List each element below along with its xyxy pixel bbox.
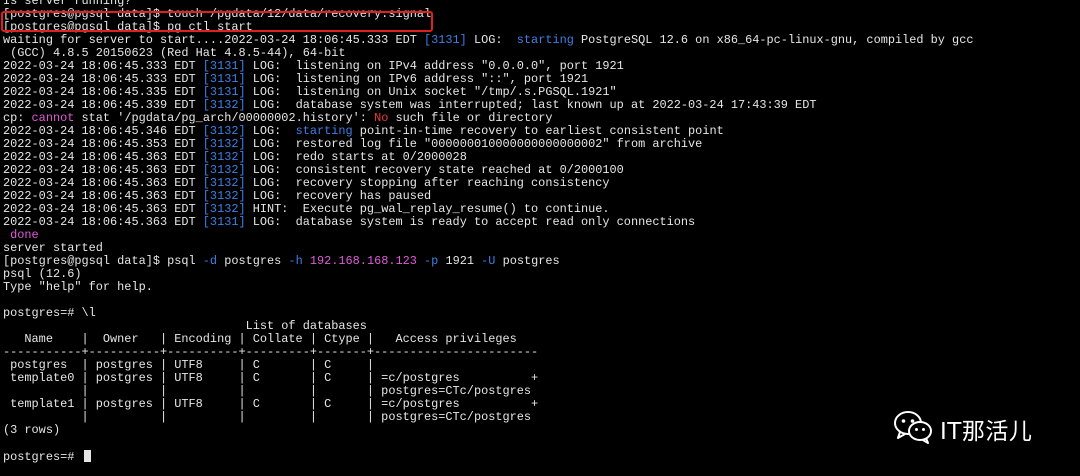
terminal-text-segment: | | | | | postgres=CTc/postgres	[3, 410, 532, 424]
terminal-text-segment: -h	[288, 254, 303, 268]
terminal-text-segment: starting	[295, 124, 353, 138]
terminal-text-segment: [3132]	[202, 137, 246, 151]
terminal-text-segment: -d	[202, 254, 218, 268]
terminal-text-segment: server started	[3, 241, 103, 255]
highlight-box	[1, 11, 433, 32]
terminal-text-segment: LOG: database system was interrupted; la…	[245, 98, 817, 112]
terminal-text-segment: 2022-03-24 18:06:45.363 EDT	[3, 215, 203, 229]
terminal-text-segment: LOG: listening on Unix socket "/tmp/.s.P…	[245, 85, 617, 99]
terminal-text-segment: stat '/pgdata/pg_arch/00000002.history':	[74, 111, 375, 125]
terminal-text-segment: [3132]	[202, 163, 246, 177]
terminal-text-segment: 2022-03-24 18:06:45.339 EDT	[3, 98, 203, 112]
terminal-text-segment: Type "help" for help.	[3, 280, 153, 294]
terminal-text-segment: PostgreSQL 12.6 on x86_64-pc-linux-gnu, …	[573, 33, 974, 47]
terminal-text-segment: postgres=# \l	[3, 306, 96, 320]
terminal-text-segment: 2022-03-24 18:06:45.333 EDT	[3, 59, 203, 73]
terminal-text-segment: LOG: listening on IPv6 address "::", por…	[245, 72, 589, 86]
terminal-window[interactable]: Is server running? [postgres@pgsql data]$…	[0, 0, 1080, 476]
terminal-text-segment: LOG: listening on IPv4 address "0.0.0.0"…	[245, 59, 624, 73]
terminal-text-segment: HINT: Execute pg_wal_replay_resume() to …	[245, 202, 610, 216]
terminal-text-segment: 2022-03-24 18:06:45.363 EDT	[3, 163, 203, 177]
terminal-text-segment: 2022-03-24 18:06:45.363 EDT	[3, 176, 203, 190]
terminal-text-segment: waiting for server to start....2022-03-2…	[3, 33, 424, 47]
terminal-text-segment: 2022-03-24 18:06:45.333 EDT	[3, 72, 203, 86]
terminal-text-segment: postgres	[217, 254, 289, 268]
terminal-text-segment: psql (12.6)	[3, 267, 82, 281]
terminal-text-segment: [3132]	[202, 202, 246, 216]
terminal-text-segment: LOG: consistent recovery state reached a…	[245, 163, 624, 177]
terminal-text-segment: 2022-03-24 18:06:45.363 EDT	[3, 150, 203, 164]
terminal-text-segment: cannot	[31, 111, 75, 125]
terminal-text-segment: 2022-03-24 18:06:45.363 EDT	[3, 202, 203, 216]
terminal-text-segment: | | | | | postgres=CTc/postgres	[3, 384, 532, 398]
terminal-text-segment: [3132]	[202, 98, 246, 112]
terminal-text-segment: LOG: recovery stopping after reaching co…	[245, 176, 610, 190]
terminal-text-segment: point-in-time recovery to earliest consi…	[352, 124, 724, 138]
terminal-text-segment: [3131]	[424, 33, 467, 47]
terminal-text-segment: [3131]	[202, 59, 246, 73]
terminal-text-segment: [3132]	[202, 189, 246, 203]
terminal-text-segment: No	[374, 111, 389, 125]
terminal-text-segment: postgres=#	[3, 450, 82, 464]
terminal-text-segment: [3131]	[202, 72, 246, 86]
terminal-cursor[interactable]	[83, 450, 91, 462]
terminal-text-segment: cp:	[3, 111, 32, 125]
terminal-text-segment: such file or directory	[388, 111, 553, 125]
terminal-text-segment: LOG: database system is ready to accept …	[245, 215, 696, 229]
terminal-text-segment: -----------+----------+----------+------…	[3, 345, 539, 359]
terminal-text-segment: List of databases	[3, 319, 367, 333]
terminal-text-segment: [postgres@pgsql data]$ psql	[3, 254, 203, 268]
terminal-text-segment: [3131]	[202, 85, 246, 99]
terminal-text-segment: done	[3, 228, 39, 242]
terminal-text-segment: template1 | postgres | UTF8 | C | C | =c…	[3, 397, 539, 411]
terminal-text-segment: -p	[424, 254, 439, 268]
terminal-text-segment: [3132]	[202, 176, 246, 190]
terminal-line: [postgres@pgsql data]$ psql -d postgres …	[3, 255, 560, 268]
terminal-text-segment: LOG: recovery has paused	[245, 189, 432, 203]
terminal-text-segment: [3132]	[202, 124, 246, 138]
terminal-text-segment: (3 rows)	[3, 423, 61, 437]
terminal-text-segment: LOG:	[245, 124, 296, 138]
terminal-text-segment: 2022-03-24 18:06:45.363 EDT	[3, 189, 203, 203]
terminal-text-segment: LOG: redo starts at 0/2000028	[245, 150, 467, 164]
terminal-line: (3 rows)	[3, 424, 60, 437]
terminal-text-segment: [3132]	[202, 150, 246, 164]
terminal-text-segment: LOG: restored log file "0000000100000000…	[245, 137, 703, 151]
watermark-text: IT那活儿	[940, 419, 1033, 445]
terminal-text-segment: template0 | postgres | UTF8 | C | C | =c…	[3, 371, 539, 385]
terminal-text-segment: 2022-03-24 18:06:45.346 EDT	[3, 124, 203, 138]
terminal-text-segment: 1921	[438, 254, 482, 268]
terminal-line: 2022-03-24 18:06:45.363 EDT [3131] LOG: …	[3, 216, 695, 229]
terminal-text-segment: 192.168.168.123	[309, 254, 417, 268]
watermark: IT那活儿	[893, 409, 1032, 449]
terminal-text-segment: Name | Owner | Encoding | Collate | Ctyp…	[3, 332, 517, 346]
terminal-line: | | | | | postgres=CTc/postgres	[3, 411, 531, 424]
terminal-text-segment: postgres | postgres | UTF8 | C | C |	[3, 358, 375, 372]
terminal-text-segment: postgres	[495, 254, 560, 268]
terminal-text-segment: starting	[516, 33, 574, 47]
terminal-line: postgres=#	[3, 450, 91, 464]
terminal-text-segment: 2022-03-24 18:06:45.335 EDT	[3, 85, 203, 99]
wechat-icon	[893, 410, 933, 448]
terminal-text-segment: -U	[481, 254, 496, 268]
terminal-text-segment: (GCC) 4.8.5 20150623 (Red Hat 4.8.5-44),…	[3, 46, 346, 60]
terminal-text-segment: LOG:	[466, 33, 517, 47]
terminal-text-segment: 2022-03-24 18:06:45.353 EDT	[3, 137, 203, 151]
terminal-text-segment: [3131]	[202, 215, 246, 229]
terminal-line: Type "help" for help.	[3, 281, 153, 294]
